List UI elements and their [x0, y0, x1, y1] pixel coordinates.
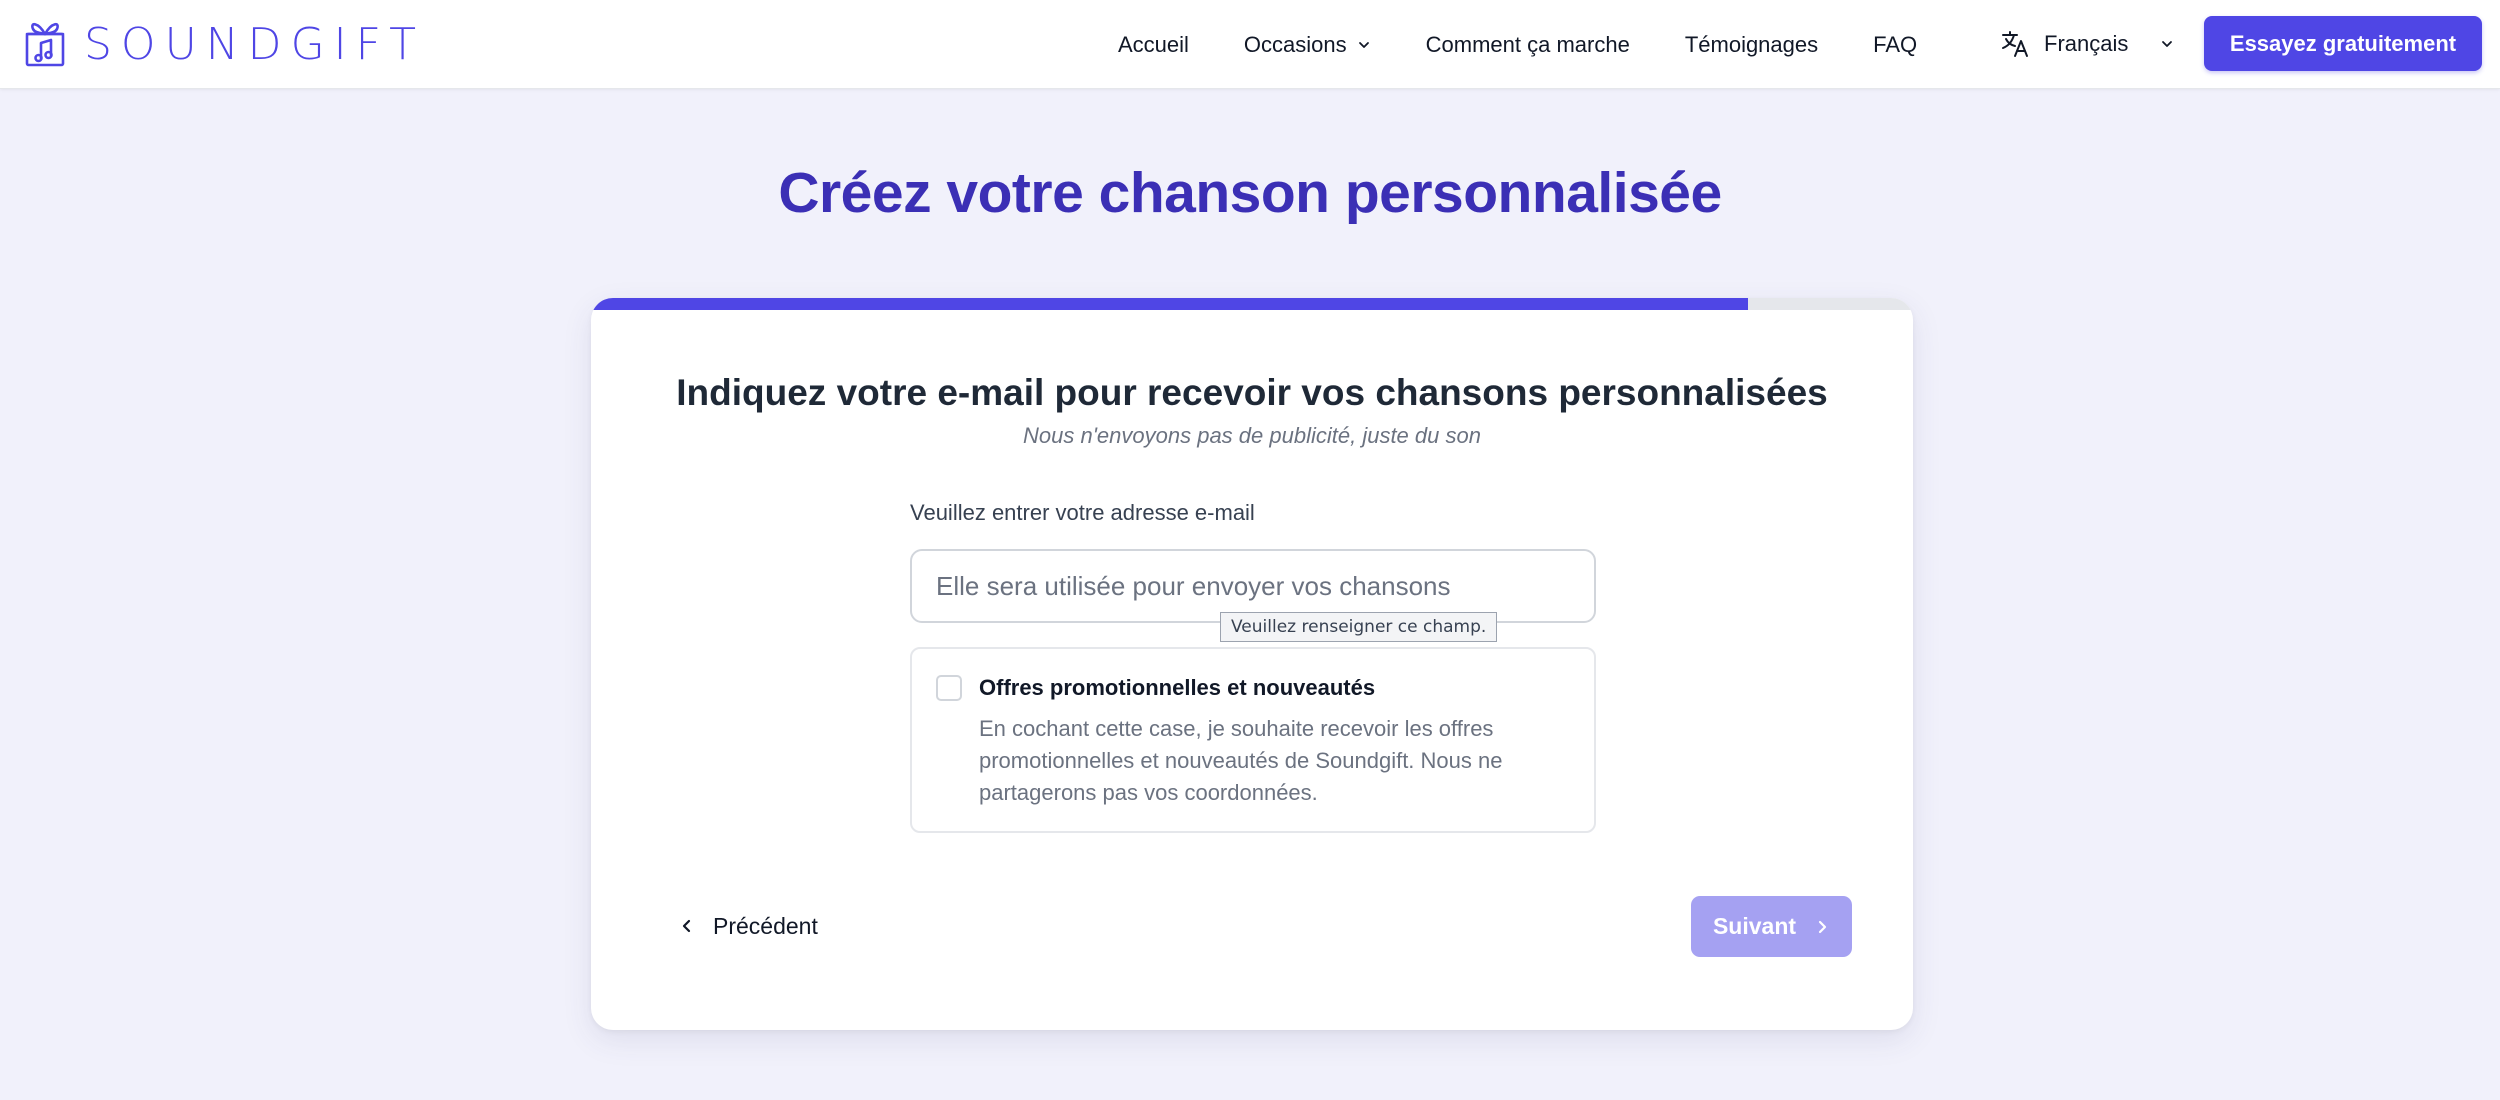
nav-item-temoignages[interactable]: Témoignages — [1685, 32, 1818, 58]
nav-item-label: Accueil — [1118, 31, 1189, 57]
site-header: SOUNDGIFT Accueil Occasions Comment ça m… — [0, 0, 2500, 89]
main-nav: Accueil Occasions Comment ça marche Témo… — [1118, 0, 1972, 89]
question-title: Indiquez votre e-mail pour recevoir vos … — [676, 372, 1828, 413]
progress-bar — [591, 298, 1913, 310]
validation-tooltip: Veuillez renseigner ce champ. — [1220, 612, 1498, 642]
form-card: Indiquez votre e-mail pour recevoir vos … — [591, 298, 1913, 1030]
next-button-label: Suivant — [1712, 913, 1797, 939]
nav-item-occasions[interactable]: Occasions — [1244, 32, 1371, 58]
nav-item-accueil[interactable]: Accueil — [1118, 32, 1189, 58]
brand-logo[interactable]: SOUNDGIFT — [24, 18, 425, 70]
email-label: Veuillez entrer votre adresse e-mail — [910, 500, 1255, 525]
try-free-button[interactable]: Essayez gratuitement — [2204, 16, 2482, 71]
promo-optin-title: Offres promotionnelles et nouveautés — [979, 675, 1376, 700]
chevron-down-icon — [1358, 41, 1369, 48]
chevron-down-icon — [2162, 41, 2173, 47]
chevron-left-icon — [682, 919, 691, 933]
previous-button-label: Précédent — [713, 912, 818, 939]
translate-icon — [2002, 31, 2028, 57]
gift-music-note-icon — [24, 16, 66, 73]
progress-bar-fill — [591, 298, 1748, 310]
nav-item-faq[interactable]: FAQ — [1873, 32, 1917, 58]
promo-optin-box[interactable]: Offres promotionnelles et nouveautés En … — [910, 647, 1596, 833]
nav-item-label: Occasions — [1243, 31, 1347, 57]
chevron-right-icon — [1818, 920, 1827, 933]
brand-name: SOUNDGIFT — [84, 18, 426, 70]
question-subtitle: Nous n'envoyons pas de publicité, juste … — [1023, 423, 1481, 448]
promo-optin-checkbox[interactable] — [936, 675, 962, 701]
language-label: Français — [2044, 31, 2129, 56]
previous-button[interactable]: Précédent — [679, 908, 818, 944]
nav-item-label: FAQ — [1873, 31, 1918, 57]
next-button[interactable]: Suivant — [1691, 896, 1852, 957]
nav-item-label: Témoignages — [1684, 31, 1819, 57]
nav-item-label: Comment ça marche — [1425, 31, 1630, 57]
promo-optin-description: En cochant cette case, je souhaite recev… — [979, 716, 1503, 805]
page-title: Créez votre chanson personnalisée — [778, 161, 1722, 225]
language-selector[interactable]: Français — [2000, 26, 2174, 62]
nav-item-comment-ca-marche[interactable]: Comment ça marche — [1426, 32, 1630, 58]
